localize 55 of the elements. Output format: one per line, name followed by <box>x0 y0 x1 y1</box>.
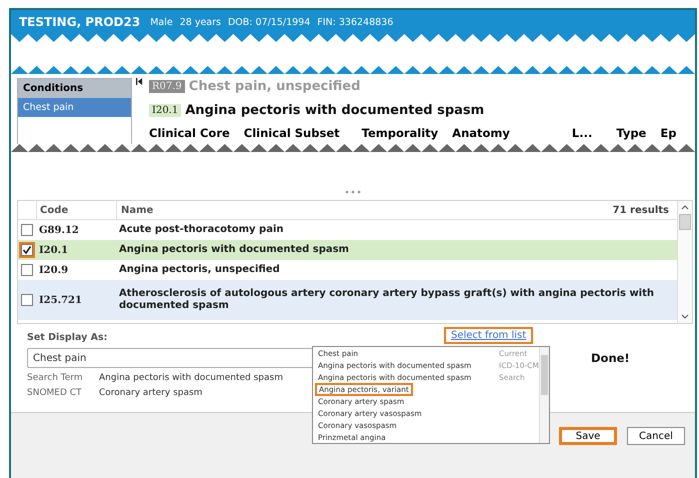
code-badge: I20.1 <box>149 104 182 116</box>
result-row[interactable]: G89.12 Acute post-thoracotomy pain <box>18 220 677 240</box>
detail-tab[interactable]: Anatomy <box>452 126 510 140</box>
result-row[interactable]: I20.9 Angina pectoris, unspecified <box>18 260 677 280</box>
select-link[interactable]: Select from list <box>444 327 534 344</box>
field-label: Set Display As: <box>27 332 108 343</box>
result-row[interactable]: I25.721 Atherosclerosis of autologous artery coronary artery bypass graft(s) with angina pectoris with documented spasm <box>18 280 677 320</box>
checkbox[interactable] <box>21 294 33 306</box>
grip-icon[interactable] <box>345 190 361 194</box>
panel-title: Conditions <box>18 79 131 98</box>
detail-tab[interactable]: L... <box>572 126 592 140</box>
name-cell-text: Angina pectoris with documented spasm <box>118 244 350 256</box>
code-cell-text: I25.721 <box>38 294 83 308</box>
detail-tab[interactable]: Temporality <box>362 126 438 140</box>
checkbox[interactable] <box>21 224 33 236</box>
field-label: Search Term <box>27 373 84 383</box>
scrollbar[interactable] <box>677 201 692 323</box>
code-cell-text: I20.9 <box>38 264 70 278</box>
dialog-button[interactable]: Save <box>559 427 617 445</box>
column-header[interactable]: Name <box>117 204 613 216</box>
field-value: Angina pectoris with documented spasm <box>99 373 283 383</box>
condition-name: Chest pain, unspecified <box>188 78 360 94</box>
detail-tab[interactable]: Type <box>616 126 646 140</box>
scroll-down-icon[interactable] <box>681 314 689 319</box>
name-cell-text: Atherosclerosis of autologous artery coronary artery bypass graft(s) with angina pectoris with documented spasm <box>118 288 656 312</box>
detail-tab[interactable]: Ep <box>660 126 676 140</box>
patient-sex: Male <box>150 16 173 28</box>
patient-dob: DOB: 07/15/1994 <box>228 16 310 28</box>
scrollbar[interactable] <box>539 347 549 443</box>
checkbox[interactable] <box>21 244 33 256</box>
patient-fin: FIN: 336248836 <box>317 16 394 28</box>
detail-tab[interactable]: Clinical Subset <box>244 126 340 140</box>
scroll-thumb[interactable] <box>679 214 691 230</box>
code-cell-text: G89.12 <box>38 224 80 238</box>
scroll-thumb[interactable] <box>541 355 548 395</box>
column-header[interactable]: Code <box>37 201 117 219</box>
checkbox[interactable] <box>21 264 33 276</box>
scroll-up-icon[interactable] <box>681 205 689 210</box>
field-label: SNOMED CT <box>27 388 83 398</box>
result-row[interactable]: I20.1 Angina pectoris with documented spasm <box>18 240 677 260</box>
result-count: 71 results <box>612 204 670 216</box>
check-icon <box>22 245 32 255</box>
name-cell-text: Acute post-thoracotomy pain <box>118 224 285 236</box>
status-text: Done! <box>591 351 630 365</box>
field-value: Coronary artery spasm <box>99 388 202 398</box>
name-cell-text: Angina pectoris, unspecified <box>118 264 281 276</box>
code-cell-text: I20.1 <box>38 244 70 258</box>
patient-name: TESTING, PROD23 <box>19 15 140 29</box>
condition-item[interactable]: Chest pain <box>18 98 131 117</box>
code-badge: R07.9 <box>149 80 185 92</box>
condition-name: Angina pectoris with documented spasm <box>185 102 484 118</box>
dialog-button[interactable]: Cancel <box>627 427 685 445</box>
detail-tab[interactable]: Clinical Core <box>149 126 230 140</box>
patient-age: 28 years <box>180 16 221 28</box>
collapse-icon[interactable] <box>136 78 143 85</box>
